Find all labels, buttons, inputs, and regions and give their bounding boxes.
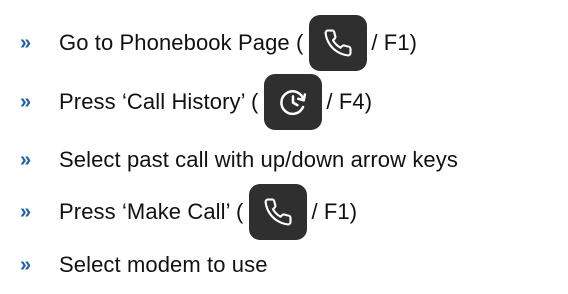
step-text-after: / F1) xyxy=(371,30,418,55)
step-text-before: Press ‘Make Call’ ( xyxy=(59,199,244,224)
list-item: » Select past call with up/down arrow ke… xyxy=(0,131,568,189)
step-text: Press ‘Make Call’ ( / F1) xyxy=(59,183,357,241)
step-text-before: Press ‘Call History’ ( xyxy=(59,89,259,114)
make-call-button[interactable] xyxy=(249,184,308,240)
phonebook-button[interactable] xyxy=(309,15,368,71)
bullet-marker: » xyxy=(20,201,32,223)
step-text: Press ‘Call History’ ( / F4) xyxy=(59,73,372,131)
step-text: Go to Phonebook Page ( / F1) xyxy=(59,14,417,72)
step-text-full: Select modem to use xyxy=(59,252,268,277)
step-text-full: Select past call with up/down arrow keys xyxy=(59,147,458,172)
call-history-button[interactable] xyxy=(264,74,323,130)
step-text-after: / F4) xyxy=(326,89,373,114)
history-icon xyxy=(280,90,307,116)
bullet-marker: » xyxy=(20,91,32,113)
bullet-marker: » xyxy=(20,32,32,54)
list-item: » Press ‘Call History’ ( / F4) xyxy=(0,73,568,131)
bullet-marker: » xyxy=(20,254,32,276)
bullet-marker: » xyxy=(20,149,32,171)
instruction-list: » Go to Phonebook Page ( / F1) » Press ‘… xyxy=(0,0,568,294)
list-item: » Select modem to use xyxy=(0,236,568,294)
list-item: » Press ‘Make Call’ ( / F1) xyxy=(0,183,568,241)
step-text: Select modem to use xyxy=(59,236,268,294)
step-text-before: Go to Phonebook Page ( xyxy=(59,30,304,55)
phone-icon xyxy=(265,198,293,226)
step-text: Select past call with up/down arrow keys xyxy=(59,131,458,189)
step-text-after: / F1) xyxy=(311,199,358,224)
phone-icon xyxy=(324,29,352,57)
list-item: » Go to Phonebook Page ( / F1) xyxy=(0,14,568,72)
